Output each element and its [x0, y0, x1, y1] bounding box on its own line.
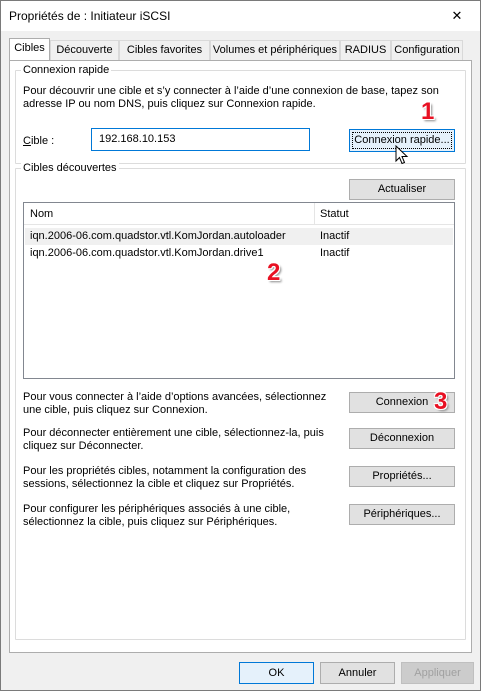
quick-connect-group-label: Connexion rapide: [21, 64, 112, 76]
target-label: Cible :: [23, 135, 55, 147]
list-item-status: Inactif: [320, 230, 350, 242]
close-icon[interactable]: ✕: [434, 1, 480, 31]
window-title: Propriétés de : Initiateur iSCSI: [9, 9, 171, 23]
title-bar: Propriétés de : Initiateur iSCSI ✕: [1, 1, 480, 31]
list-item[interactable]: iqn.2006-06.com.quadstor.vtl.KomJordan.a…: [25, 228, 453, 245]
refresh-button[interactable]: Actualiser: [349, 179, 455, 200]
tab-cibles-favorites[interactable]: Cibles favorites: [119, 40, 210, 60]
apply-button[interactable]: Appliquer: [401, 662, 474, 684]
discovered-targets-group-label: Cibles découvertes: [21, 162, 119, 174]
column-header-status[interactable]: Statut: [314, 203, 454, 225]
disconnect-description: Pour déconnecter entièrement une cible, …: [23, 427, 324, 452]
targets-list[interactable]: Nom Statut iqn.2006-06.com.quadstor.vtl.…: [23, 202, 455, 379]
step-marker-3: 3: [434, 388, 448, 415]
list-item[interactable]: iqn.2006-06.com.quadstor.vtl.KomJordan.d…: [25, 245, 453, 262]
list-item-name: iqn.2006-06.com.quadstor.vtl.KomJordan.a…: [30, 230, 286, 242]
cancel-button[interactable]: Annuler: [320, 662, 395, 684]
devices-button[interactable]: Périphériques...: [349, 504, 455, 525]
ok-button[interactable]: OK: [239, 662, 314, 684]
connect-description: Pour vous connecter à l’aide d’options a…: [23, 391, 327, 416]
properties-dialog: Propriétés de : Initiateur iSCSI ✕ Cible…: [0, 0, 481, 691]
tab-decouverte[interactable]: Découverte: [50, 40, 119, 60]
tab-radius[interactable]: RADIUS: [340, 40, 391, 60]
tab-strip: Cibles Découverte Cibles favorites Volum…: [9, 38, 479, 61]
list-header: Nom Statut: [24, 203, 454, 225]
tab-volumes-peripheriques[interactable]: Volumes et périphériques: [210, 40, 340, 60]
column-header-name[interactable]: Nom: [24, 203, 314, 225]
discovered-targets-group: Cibles découvertes Actualiser Nom Statut…: [15, 162, 466, 640]
properties-description: Pour les propriétés cibles, notamment la…: [23, 465, 307, 490]
devices-description: Pour configurer les périphériques associ…: [23, 503, 291, 528]
mouse-cursor-icon: [395, 145, 409, 165]
disconnect-button[interactable]: Déconnexion: [349, 428, 455, 449]
tab-cibles[interactable]: Cibles: [9, 38, 50, 60]
properties-button[interactable]: Propriétés...: [349, 466, 455, 487]
tab-configuration[interactable]: Configuration: [391, 40, 463, 60]
quick-connect-description: Pour découvrir une cible et s’y connecte…: [23, 85, 439, 110]
target-input[interactable]: 192.168.10.153: [91, 128, 310, 151]
step-marker-2: 2: [267, 259, 281, 286]
step-marker-1: 1: [421, 98, 435, 125]
list-item-name: iqn.2006-06.com.quadstor.vtl.KomJordan.d…: [30, 247, 264, 259]
list-item-status: Inactif: [320, 247, 350, 259]
